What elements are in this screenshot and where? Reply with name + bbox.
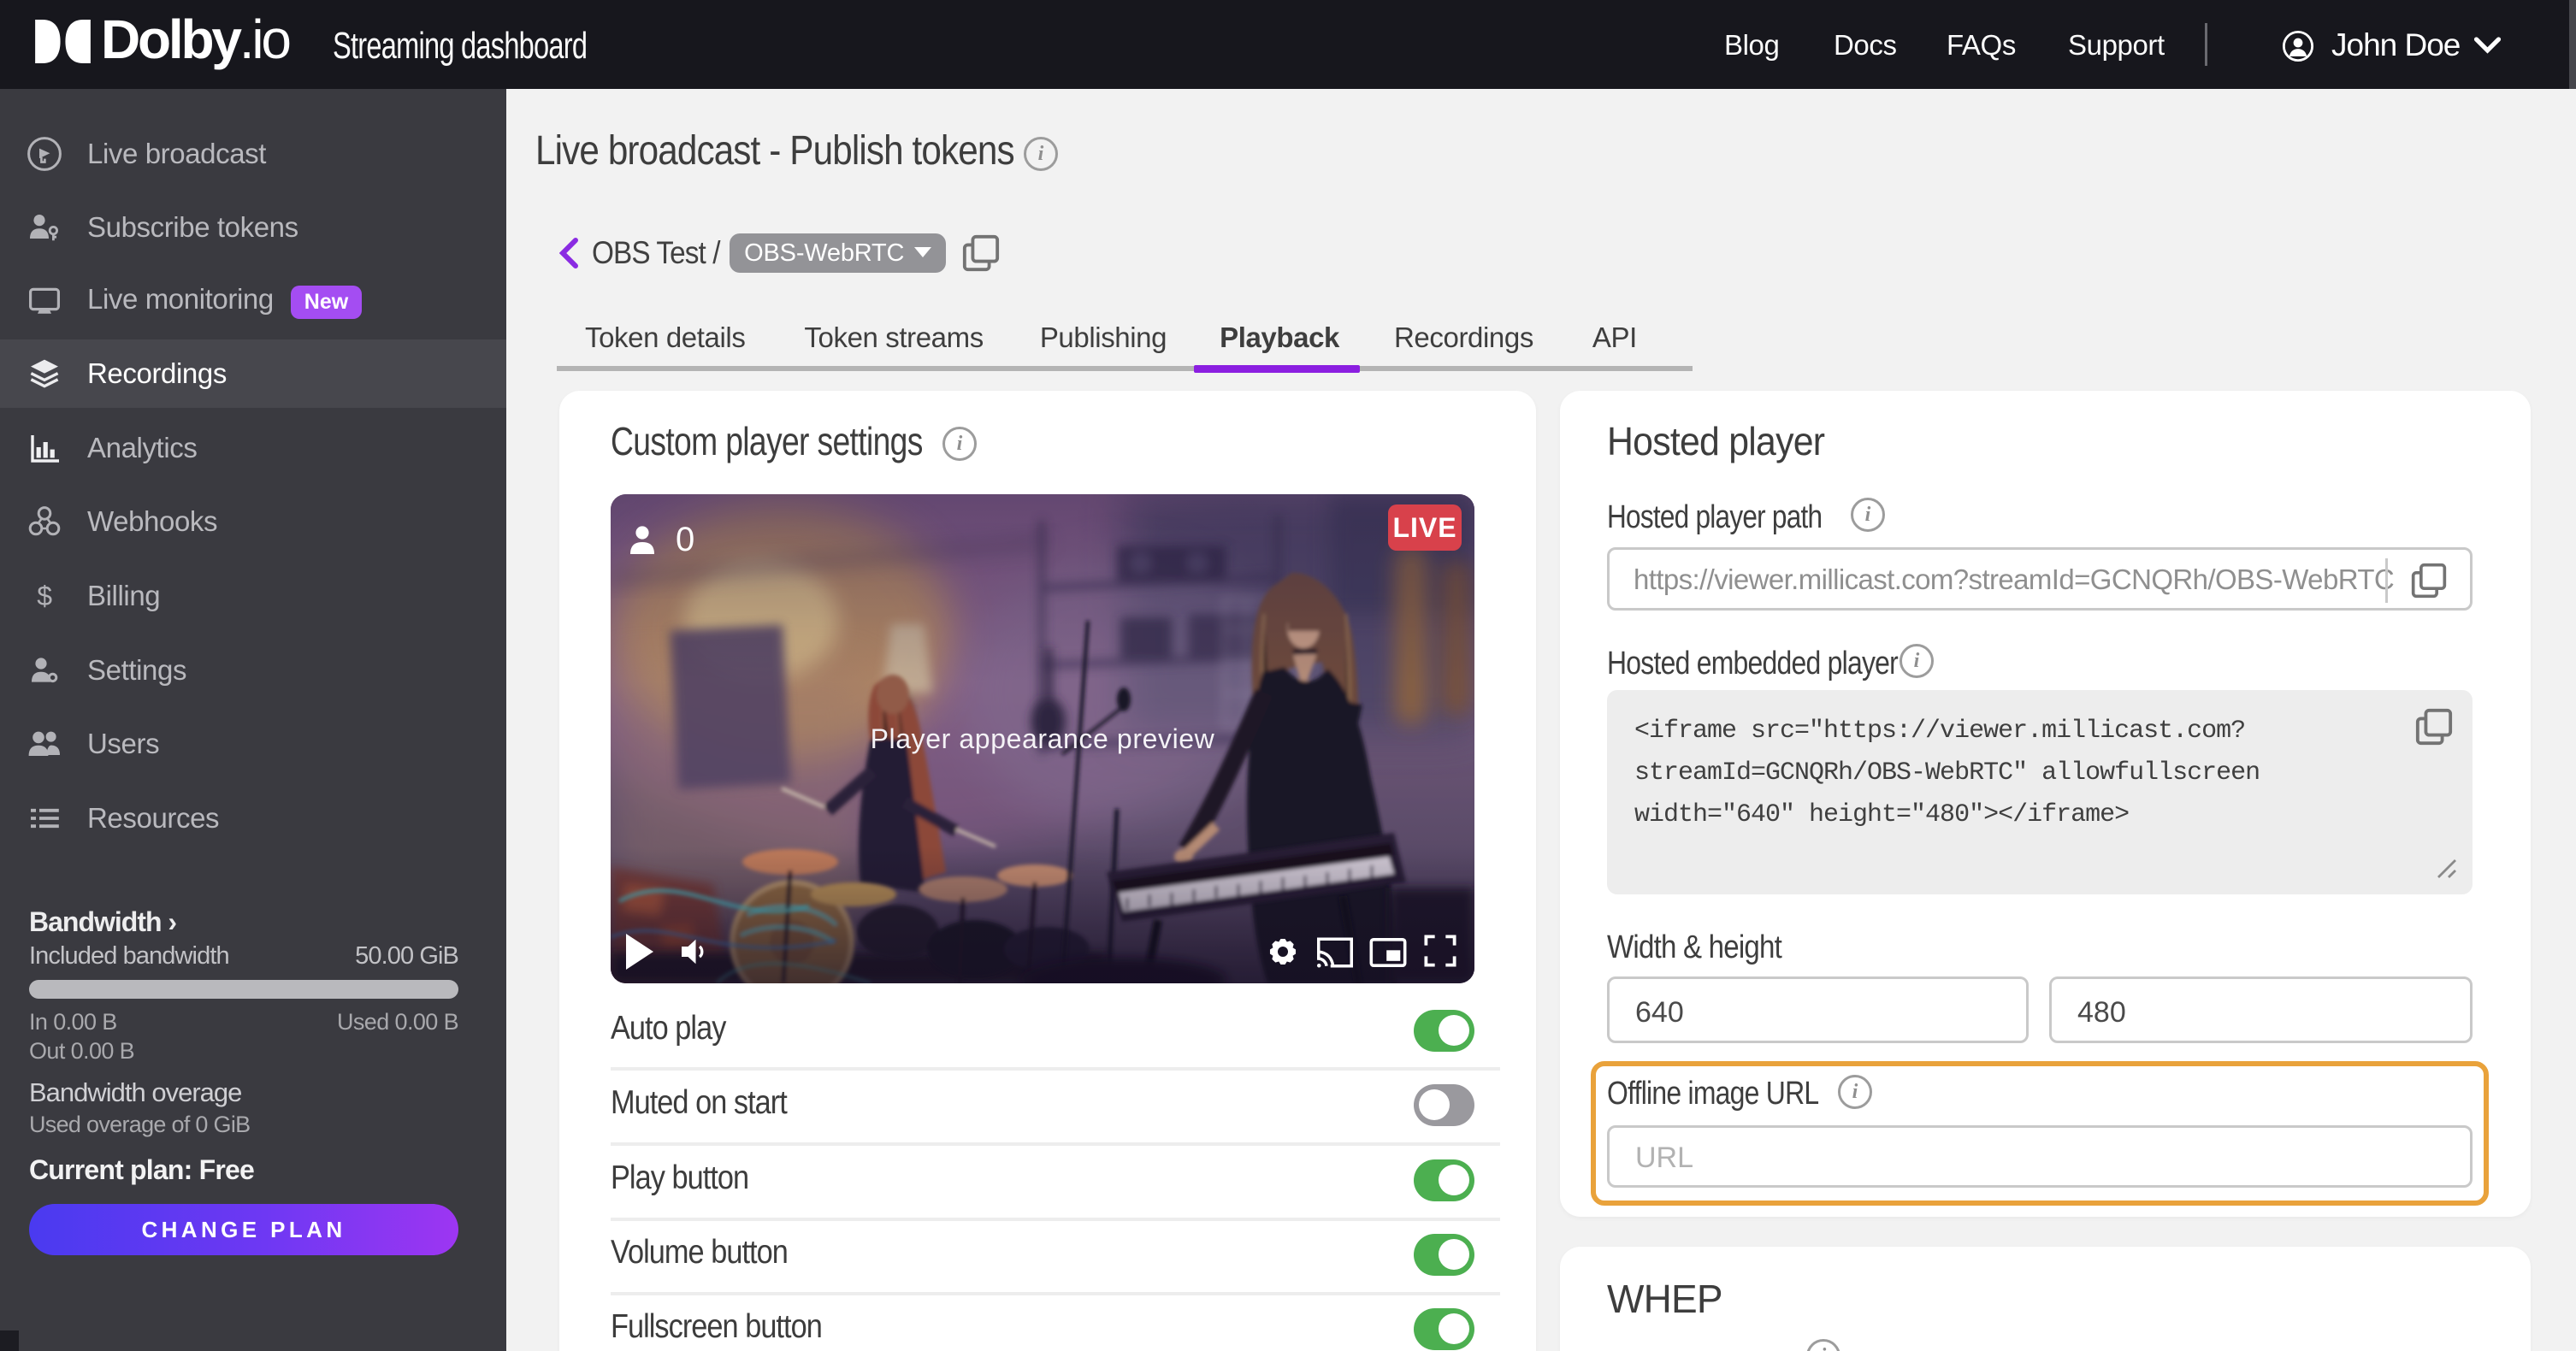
- svg-text:$: $: [37, 581, 52, 611]
